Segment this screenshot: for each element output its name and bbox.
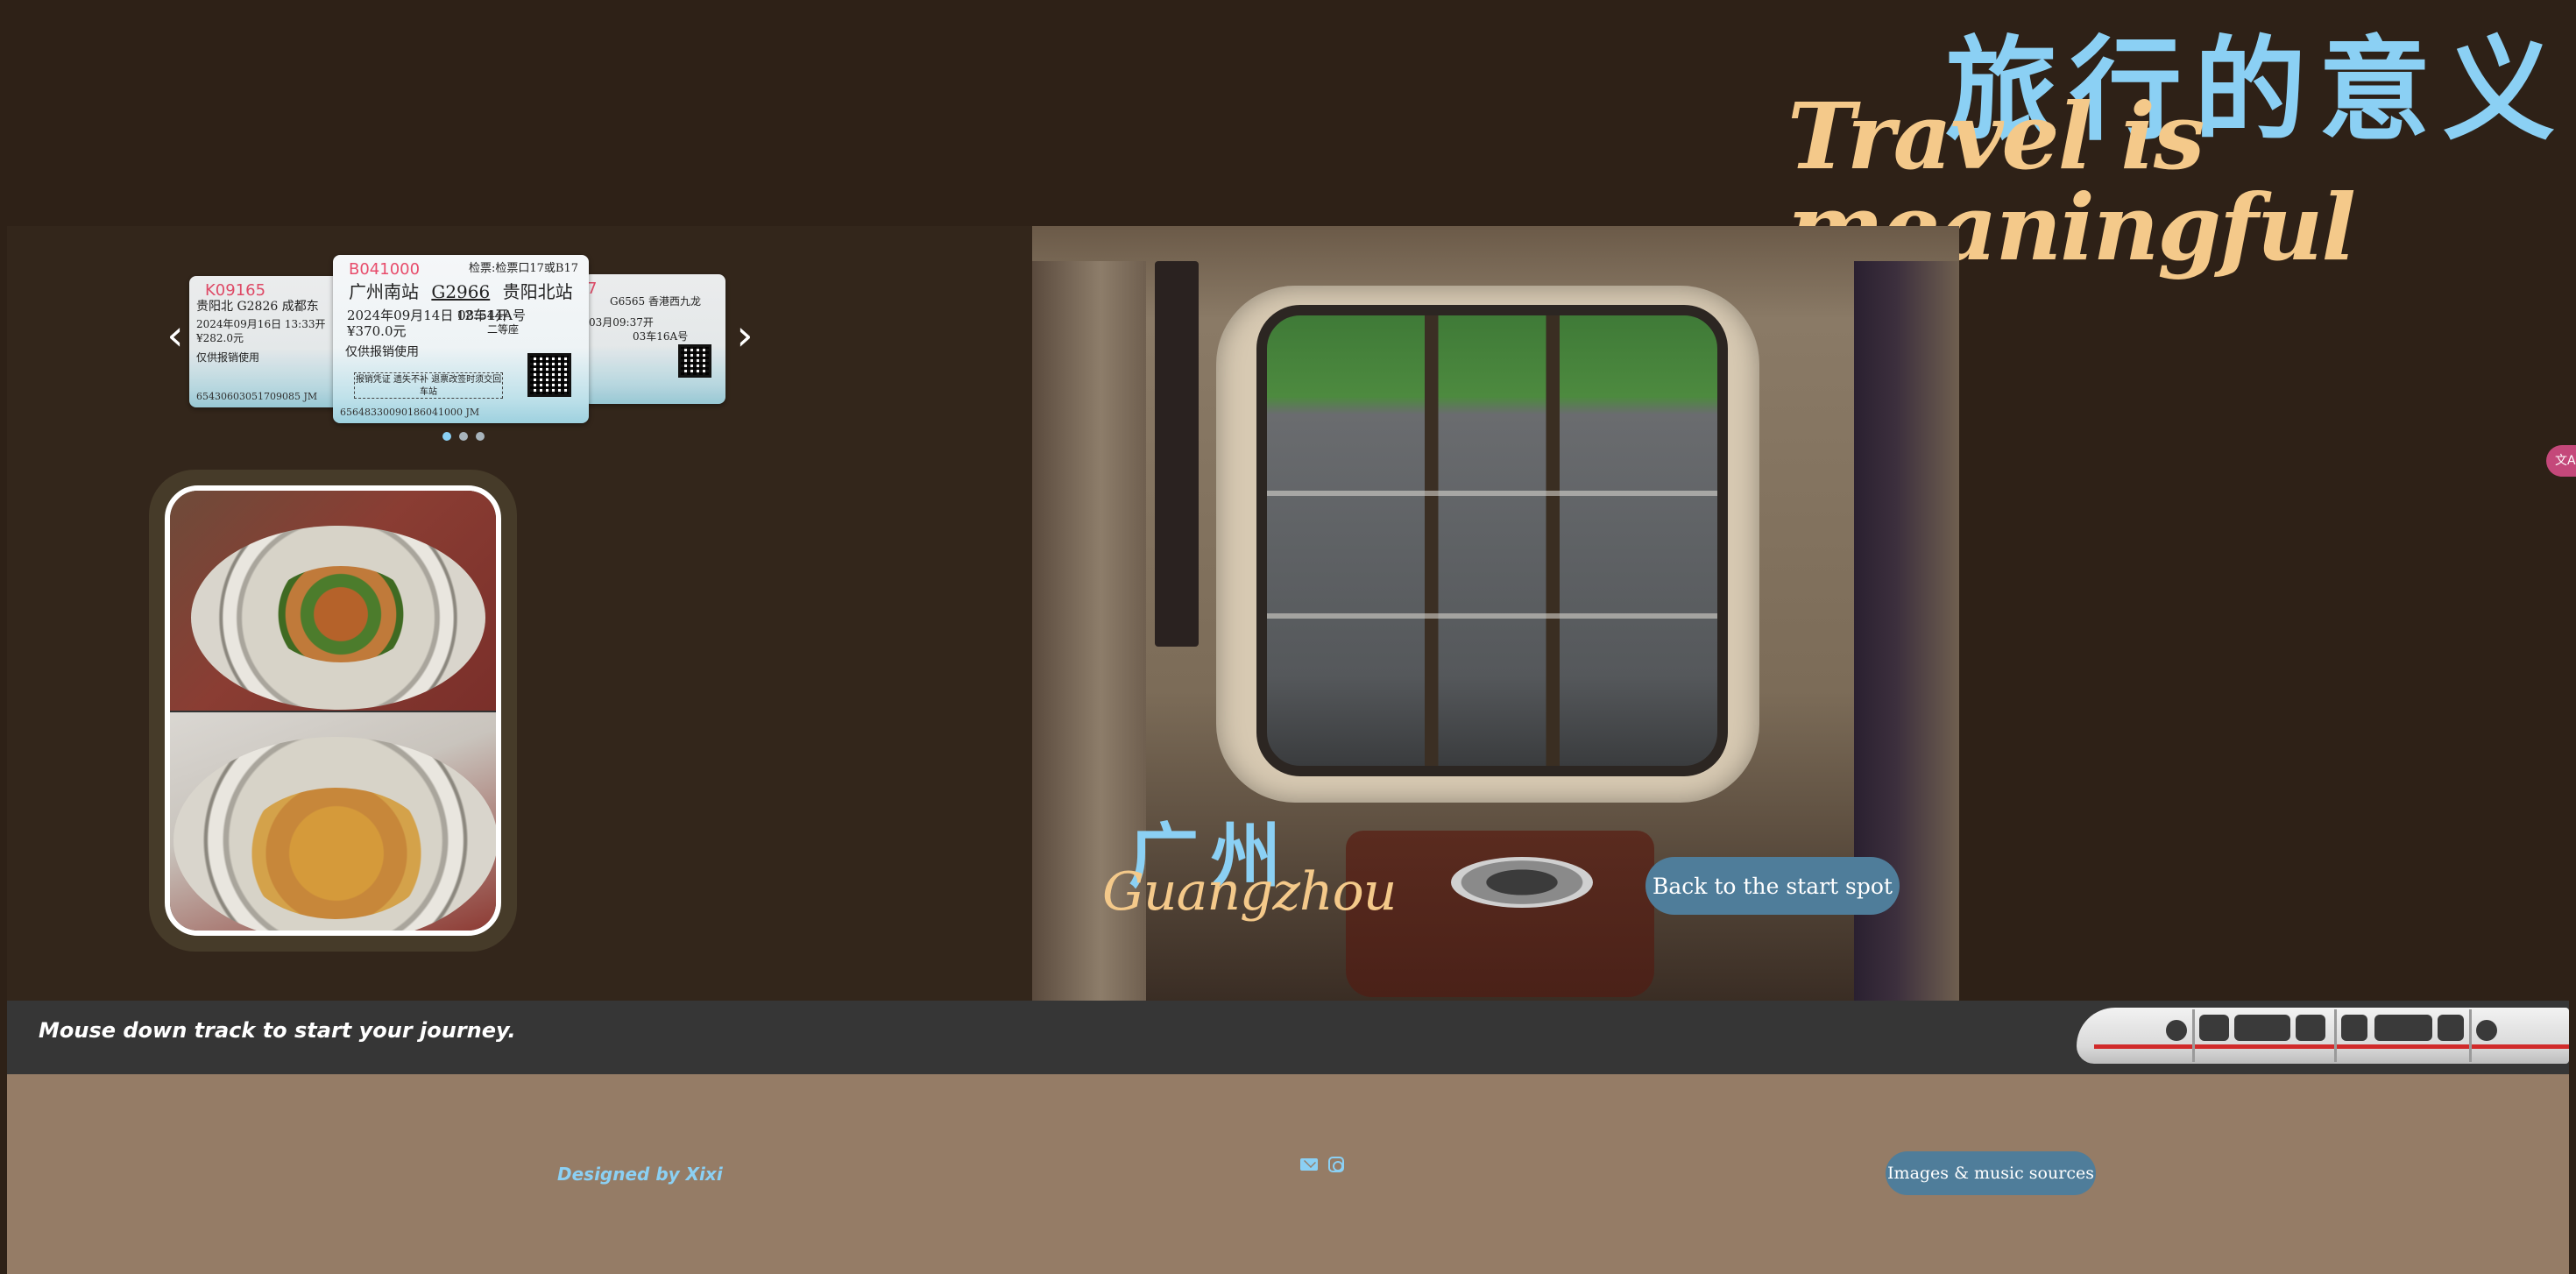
ticket-serial: 65648330090186041000 JM [340,407,480,418]
food-photo-card [165,485,501,936]
train-car-divider [2192,1009,2195,1062]
train-window [2374,1015,2432,1041]
translate-icon[interactable]: 文A [2546,445,2576,477]
ticket-route: 贵阳北 G2826 成都东 [196,300,319,314]
food-photo-bottom [170,711,496,931]
train-icon[interactable] [2077,999,2569,1071]
noodle-dish-image [266,566,415,662]
train-window [2296,1015,2325,1041]
train-window-scene: 广州 Guangzhou Back to the start spot [1032,226,1959,1001]
train-headlight [2166,1020,2187,1041]
mail-icon[interactable] [1300,1158,1318,1171]
back-to-start-button[interactable]: Back to the start spot [1645,857,1900,915]
carousel-dot[interactable] [476,432,485,441]
ticket-note: 仅供报销使用 [196,351,260,364]
chevron-left-icon[interactable]: ‹ [158,315,193,357]
track-bar[interactable]: Mouse down track to start your journey. [7,1001,2569,1074]
train-stripe [2094,1044,2569,1049]
carousel-dot[interactable] [442,432,451,441]
bowl-image [1451,857,1593,908]
carousel-dot[interactable] [459,432,468,441]
building-ledge [1267,491,1717,496]
ticket-to: 贵阳北站 [502,281,573,302]
train-car-divider [2334,1009,2337,1062]
social-links [1300,1157,1344,1174]
ticket-from: 广州南站 [349,281,419,302]
ticket-price: ¥370.0元 [347,323,407,339]
ticket-card-right[interactable]: 7 G6565 香港西九龙 03月09:37开 03车16A号 [584,274,725,404]
train-window [2438,1015,2464,1041]
ticket-route: 广州南站 G2966 贵阳北站 [349,278,573,303]
ticket-notice-box: 报销凭证 遗失不补 退票改签时须交回车站 [354,372,503,399]
ticket-check-gate: 检票:检票口17或B17 [468,262,578,275]
ticket-train-no: G2966 [431,281,491,302]
ticket-price: ¥282.0元 [196,332,244,344]
chevron-right-icon[interactable]: › [727,315,762,357]
train-car-divider [2469,1009,2472,1062]
building-ledge [1267,613,1717,619]
ticket-route: G6565 香港西九龙 [610,295,701,308]
ticket-serial: 65430603051709085 JM [196,391,318,402]
ticket-seat: 03车16A号 [633,330,689,343]
window-blind [1155,261,1199,647]
city-name-english: Guangzhou [1102,861,1397,923]
train-window [2341,1015,2367,1041]
ticket-date: 03月09:37开 [589,316,654,329]
instagram-icon[interactable] [1328,1157,1344,1172]
footer: Designed by Xixi Images & music sources [7,1074,2569,1274]
food-photo-frame [149,470,517,952]
ticket-note: 仅供报销使用 [345,345,419,359]
track-hint: Mouse down track to start your journey. [39,1018,516,1043]
train-window [2234,1015,2290,1041]
food-photo-top [170,491,496,711]
qr-code-icon [678,344,711,378]
curry-dish-image [240,788,433,919]
sources-button[interactable]: Images & music sources [1886,1151,2096,1195]
ticket-seat-class: 二等座 [486,323,519,336]
designed-by: Designed by Xixi [557,1164,723,1185]
ticket-code: B041000 [349,260,421,279]
ticket-card-main[interactable]: B041000 检票:检票口17或B17 广州南站 G2966 贵阳北站 202… [333,255,589,423]
ticket-carousel[interactable]: ‹ K09165 贵阳北 G2826 成都东 2024年09月16日 13:33… [158,250,771,441]
ticket-card-left[interactable]: K09165 贵阳北 G2826 成都东 2024年09月16日 13:33开 … [189,276,347,407]
train-window [2199,1015,2229,1041]
carousel-pagination [442,432,485,441]
ticket-date: 2024年09月16日 13:33开 [196,318,326,330]
window-view [1256,305,1728,776]
qr-code-icon [527,353,571,397]
train-headlight [2476,1020,2497,1041]
